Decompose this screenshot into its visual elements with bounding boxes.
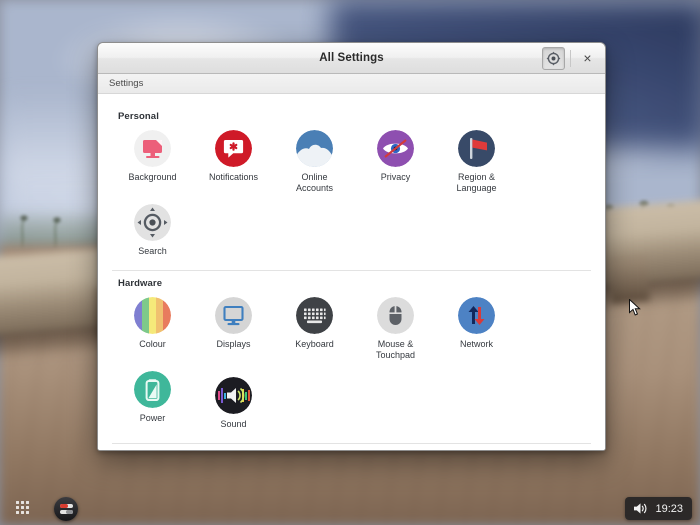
search-button[interactable] [542,46,565,70]
settings-item-label: Background [128,172,177,182]
settings-item-power[interactable]: Power [112,367,193,436]
settings-item-online-accounts[interactable]: Online Accounts [274,126,355,200]
settings-item-label: Notifications [208,172,259,182]
settings-item-displays[interactable]: Displays [193,293,274,367]
section-personal: Personal Background Notifications Online… [112,104,591,263]
close-button[interactable]: × [576,47,599,70]
target-icon [546,51,561,65]
settings-item-label: Displays [216,339,251,349]
clock[interactable]: 19:23 [655,503,683,515]
settings-app-icon[interactable] [54,496,78,521]
colour-icon [134,297,171,334]
wallpaper-bench-leg-right [608,256,650,304]
settings-item-label: Mouse & Touchpad [375,339,416,360]
grid-hardware: Colour Displays Keyboard Mouse & Touchpa… [112,293,591,436]
region-language-icon [458,130,495,167]
settings-item-background[interactable]: Background [112,126,193,200]
keyboard-icon [296,297,333,334]
titlebar-buttons: × [542,46,605,70]
settings-item-colour[interactable]: Colour [112,293,193,367]
search-target-icon [134,204,171,241]
titlebar-divider [570,49,571,67]
sound-icon [215,377,252,414]
mouse-cursor [629,299,641,316]
section-title-system: System [112,444,591,450]
displays-icon [215,297,252,334]
settings-item-label: Colour [139,339,166,349]
settings-item-notifications[interactable]: Notifications [193,126,274,200]
all-settings-window: All Settings × Settings Personal Backgro… [97,42,606,451]
settings-item-region-language[interactable]: Region & Language [436,126,517,200]
section-system: System Date & Time [112,444,591,450]
section-hardware: Hardware Colour Displays Keyboard Mouse … [112,271,591,436]
power-icon [134,371,171,408]
settings-item-search[interactable]: Search [112,200,193,263]
apps-grid-icon[interactable] [16,500,32,517]
volume-icon[interactable] [633,502,648,515]
taskbar: 19:23 [0,492,700,525]
settings-item-label: Search [138,246,167,256]
window-toolbar: Settings [98,74,605,94]
privacy-icon [377,130,414,167]
close-icon: × [583,50,592,66]
mouse-touchpad-icon [377,297,414,334]
settings-item-label: Online Accounts [295,172,334,193]
settings-item-privacy[interactable]: Privacy [355,126,436,200]
settings-panel: Personal Background Notifications Online… [98,94,605,450]
notifications-icon [215,130,252,167]
settings-item-label: Privacy [380,172,411,182]
online-accounts-icon [296,130,333,167]
window-title: All Settings [319,52,384,64]
settings-item-label: Network [459,339,493,349]
settings-item-label: Power [139,413,166,423]
window-titlebar: All Settings × [98,43,605,74]
settings-item-label: Keyboard [295,339,334,349]
settings-item-sound[interactable]: Sound [193,373,274,436]
network-icon [458,297,495,334]
toggle-bar-bottom [59,509,73,514]
settings-item-label: Sound [220,419,247,429]
background-icon [134,130,171,167]
settings-item-network[interactable]: Network [436,293,517,367]
system-tray[interactable]: 19:23 [625,497,692,520]
section-title-personal: Personal [118,111,159,122]
settings-item-mouse-touchpad[interactable]: Mouse & Touchpad [355,293,436,367]
settings-item-keyboard[interactable]: Keyboard [274,293,355,367]
toggle-bar-top [59,503,73,508]
breadcrumb[interactable]: Settings [109,78,143,89]
section-title-hardware: Hardware [118,278,163,289]
grid-personal: Background Notifications Online Accounts… [112,126,591,263]
settings-item-label: Region & Language [456,172,497,193]
